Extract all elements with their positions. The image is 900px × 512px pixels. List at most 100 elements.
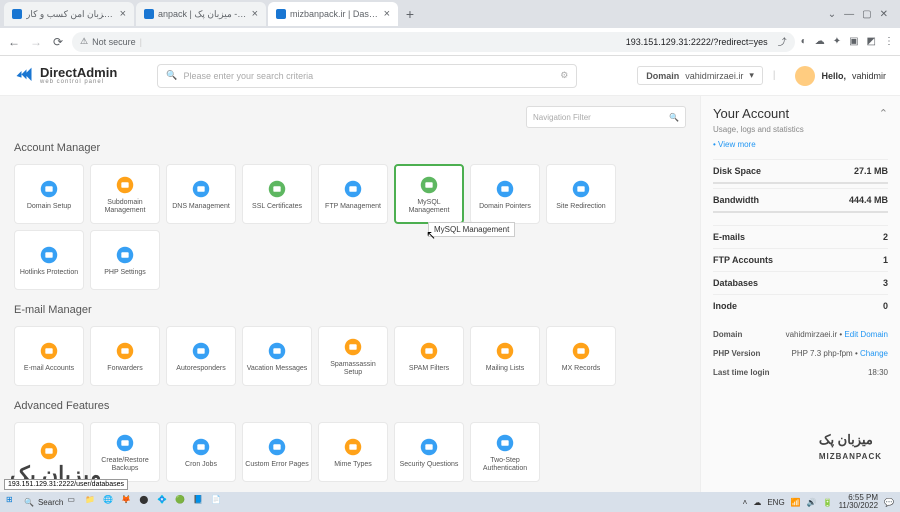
tab-close-icon[interactable]: × <box>384 8 390 20</box>
tile-spamassassin-setup[interactable]: Spamassassin Setup <box>318 326 388 386</box>
app-icon[interactable]: 📄 <box>211 495 225 509</box>
nav-filter-input[interactable]: Navigation Filter 🔍 <box>526 106 686 128</box>
tile-mime-types[interactable]: Mime Types <box>318 422 388 482</box>
tile-security-questions[interactable]: Security Questions <box>394 422 464 482</box>
tile-label: Create/Restore Backups <box>93 457 157 472</box>
tile-label: MX Records <box>562 365 601 373</box>
cloud-icon[interactable]: ☁ <box>753 498 761 507</box>
tile-mx-records[interactable]: MX Records <box>546 326 616 386</box>
directadmin-logo-icon <box>14 66 34 86</box>
tile-cron-jobs[interactable]: Cron Jobs <box>166 422 236 482</box>
info-action-link[interactable]: Change <box>860 349 888 358</box>
extension-icon[interactable]: ☁ <box>815 36 825 47</box>
reload-icon[interactable]: ⟳ <box>50 35 66 49</box>
share-icon[interactable]: ⤴ <box>778 35 787 48</box>
domain-selector[interactable]: Domain vahidmirzaei.ir ▾ <box>637 66 763 85</box>
tile-custom-error-pages[interactable]: Custom Error Pages <box>242 422 312 482</box>
tile-two-step-authentication[interactable]: Two-Step Authentication <box>470 422 540 482</box>
app-icon[interactable]: 💠 <box>157 495 171 509</box>
extension-icon[interactable]: ◐ <box>801 36 807 47</box>
new-tab-button[interactable]: + <box>400 6 420 22</box>
vacation-icon <box>266 340 288 362</box>
back-icon[interactable]: ← <box>6 35 22 49</box>
info-action-link[interactable]: Edit Domain <box>844 330 888 339</box>
app-icon[interactable]: 🟢 <box>175 495 189 509</box>
count-row[interactable]: Inode0 <box>713 294 888 317</box>
view-more-link[interactable]: • View more <box>713 140 888 149</box>
browser-tab[interactable]: میزبان پک | میزبان امن کسب و کار × <box>4 2 134 26</box>
app-icon[interactable]: 📘 <box>193 495 207 509</box>
user-menu[interactable]: Hello, vahidmir <box>795 66 886 86</box>
tab-close-icon[interactable]: × <box>252 8 258 20</box>
tile-vacation-messages[interactable]: Vacation Messages <box>242 326 312 386</box>
clock-date[interactable]: 11/30/2022 <box>839 502 878 510</box>
count-row[interactable]: Databases3 <box>713 271 888 294</box>
task-view-icon[interactable]: ▭ <box>67 495 81 509</box>
tile-domain-pointers[interactable]: Domain Pointers <box>470 164 540 224</box>
browser-tab-active[interactable]: mizbanpack.ir | Dashboard × <box>268 2 398 26</box>
mysql-icon <box>418 174 440 196</box>
volume-icon[interactable]: 🔊 <box>807 498 817 507</box>
minimize-icon[interactable]: — <box>844 9 854 20</box>
battery-icon[interactable]: 🔋 <box>823 498 833 507</box>
close-icon[interactable]: ✕ <box>880 9 888 20</box>
brand-name: DirectAdmin <box>40 66 117 79</box>
profile-icon[interactable]: ◩ <box>867 36 876 47</box>
chevron-down-icon[interactable]: ⌄ <box>828 9 836 20</box>
extensions-icon[interactable]: ✦ <box>833 36 841 47</box>
logo[interactable]: DirectAdmin web control panel <box>14 66 117 86</box>
tile-ftp-management[interactable]: FTP Management <box>318 164 388 224</box>
firefox-icon[interactable]: 🦊 <box>121 495 135 509</box>
browser-tab[interactable]: anpack | ناحیه کاربری - میزبان پک × <box>136 2 266 26</box>
explorer-icon[interactable]: 📁 <box>85 495 99 509</box>
wifi-icon[interactable]: 📶 <box>791 498 801 507</box>
tile-forwarders[interactable]: Forwarders <box>90 326 160 386</box>
progress-bar <box>713 182 888 184</box>
tab-title: anpack | ناحیه کاربری - میزبان پک <box>158 9 248 20</box>
tile-domain-setup[interactable]: Domain Setup <box>14 164 84 224</box>
spamassassin-icon <box>342 336 364 358</box>
tile-subdomain-management[interactable]: Subdomain Management <box>90 164 160 224</box>
tile-label: SPAM Filters <box>409 365 449 373</box>
start-icon[interactable]: ⊞ <box>6 495 20 509</box>
tile-e-mail-accounts[interactable]: E-mail Accounts <box>14 326 84 386</box>
info-row: PHP VersionPHP 7.3 php-fpm • Change <box>713 344 888 363</box>
tile-mailing-lists[interactable]: Mailing Lists <box>470 326 540 386</box>
gear-icon[interactable]: ⚙ <box>560 70 568 81</box>
php-icon <box>114 244 136 266</box>
tile-site-redirection[interactable]: Site Redirection <box>546 164 616 224</box>
lang-indicator[interactable]: ENG <box>767 498 784 507</box>
notifications-icon[interactable]: 💬 <box>884 498 894 507</box>
search-input[interactable]: 🔍 Please enter your search criteria ⚙ <box>157 64 577 88</box>
count-row[interactable]: FTP Accounts1 <box>713 248 888 271</box>
maximize-icon[interactable]: ▢ <box>862 9 871 20</box>
stat-label: Disk Space <box>713 166 761 176</box>
tile-mysql-management[interactable]: MySQL Management <box>394 164 464 224</box>
cron-icon <box>190 436 212 458</box>
tile-php-settings[interactable]: PHP Settings <box>90 230 160 290</box>
bookmark-icon[interactable]: ▣ <box>849 36 858 47</box>
chevron-up-icon[interactable]: ⌃ <box>879 107 888 120</box>
tile-hotlinks-protection[interactable]: Hotlinks Protection <box>14 230 84 290</box>
tile-ssl-certificates[interactable]: SSL Certificates <box>242 164 312 224</box>
search-icon[interactable]: 🔍 <box>24 498 34 507</box>
taskbar-search-label[interactable]: Search <box>38 498 63 507</box>
chevron-up-icon[interactable]: ˄ <box>743 498 748 507</box>
forward-icon[interactable]: → <box>28 35 44 49</box>
chrome-icon[interactable]: ⬤ <box>139 495 153 509</box>
menu-icon[interactable]: ⋮ <box>884 36 894 47</box>
info-label: Last time login <box>713 368 769 377</box>
tile-autoresponders[interactable]: Autoresponders <box>166 326 236 386</box>
url-field[interactable]: ⚠ Not secure | 193.151.129.31:2222/?redi… <box>72 32 795 52</box>
tile-label: Site Redirection <box>556 203 605 211</box>
tile-dns-management[interactable]: DNS Management <box>166 164 236 224</box>
edge-icon[interactable]: 🌐 <box>103 495 117 509</box>
mx-icon <box>570 340 592 362</box>
info-row: Domainvahidmirzaei.ir • Edit Domain <box>713 325 888 344</box>
tab-close-icon[interactable]: × <box>120 8 126 20</box>
count-row[interactable]: E-mails2 <box>713 225 888 248</box>
tile-spam-filters[interactable]: SPAM Filters <box>394 326 464 386</box>
tile-label: SSL Certificates <box>252 203 302 211</box>
toolbar-icons: ◐ ☁ ✦ ▣ ◩ ⋮ <box>801 36 894 47</box>
redirect-icon <box>570 178 592 200</box>
